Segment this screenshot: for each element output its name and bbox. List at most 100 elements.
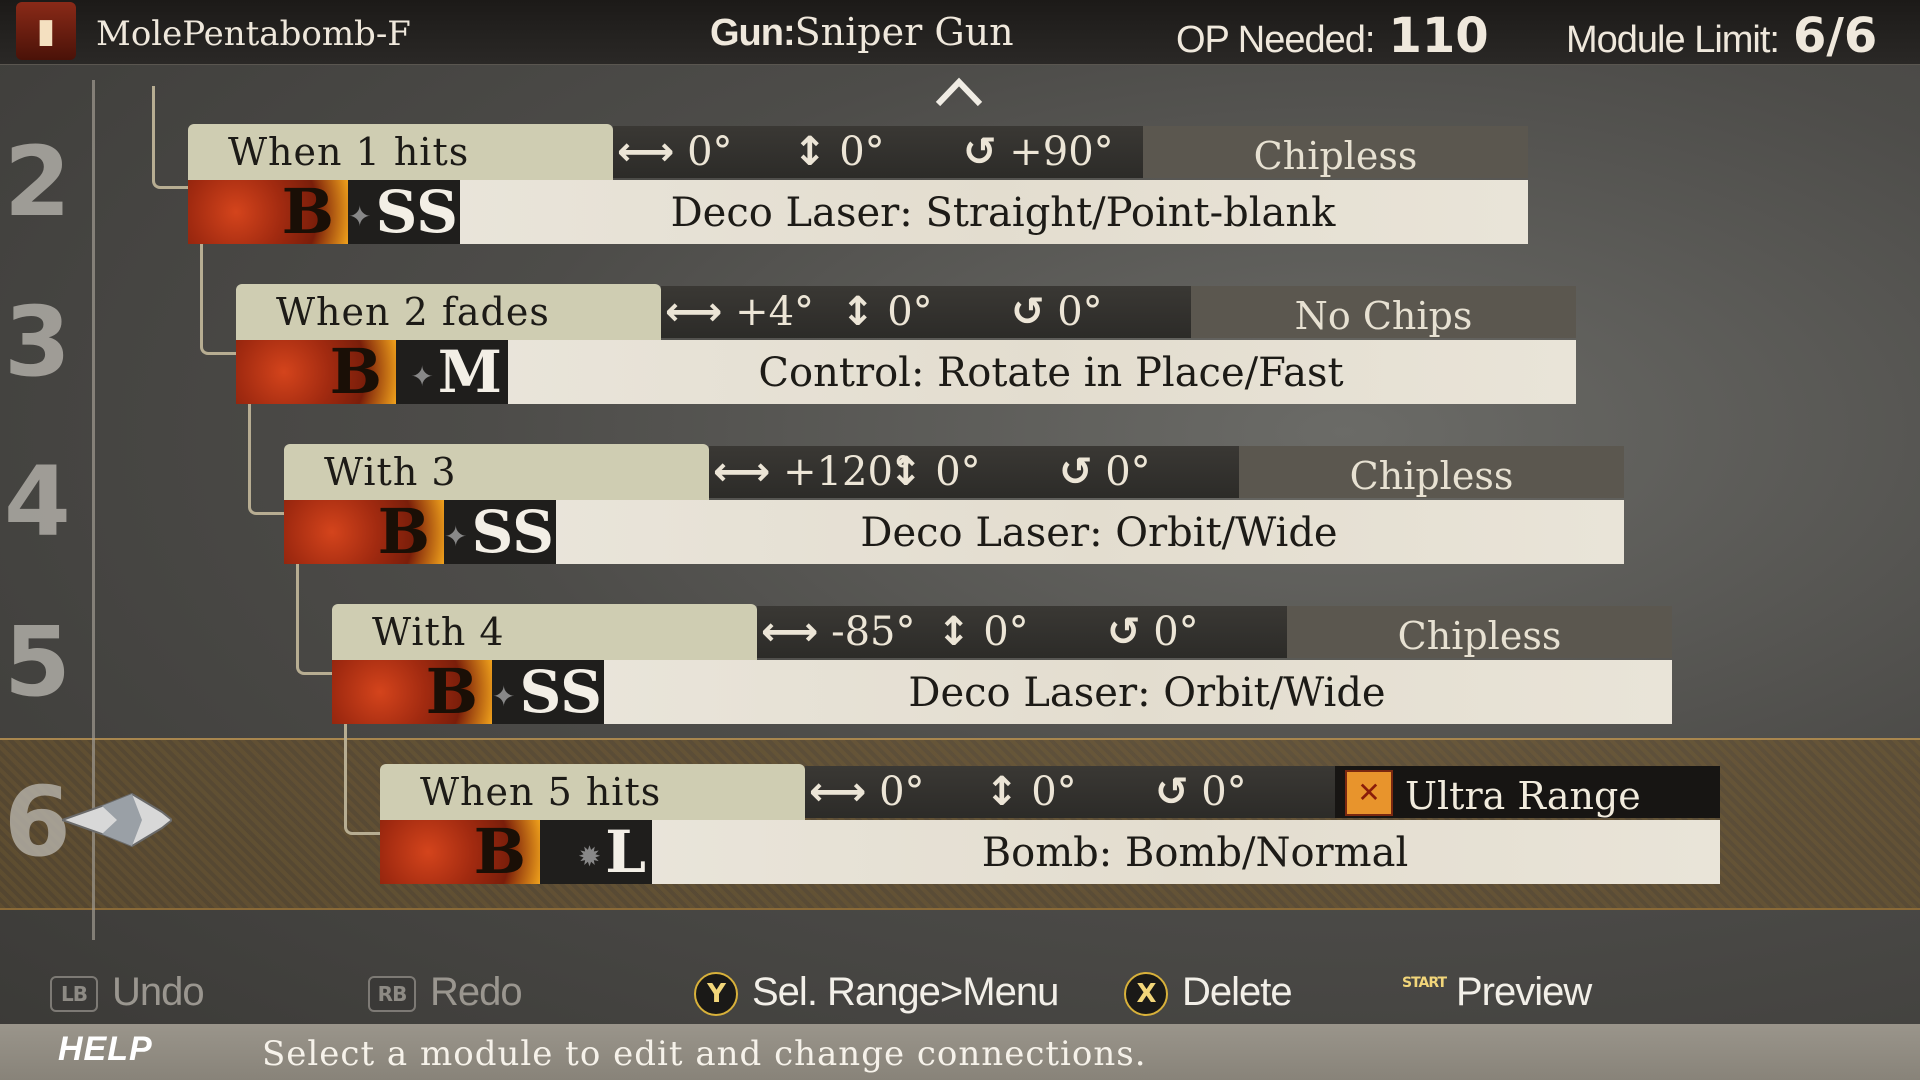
star-icon: ✦ [348, 200, 372, 233]
size-badge: ✦SS [348, 180, 460, 244]
rotate-icon: ↺ [1011, 289, 1045, 335]
ultra-range-chip-icon: ✕ [1345, 770, 1393, 816]
select-range-label: Sel. Range>Menu [752, 970, 1059, 1014]
vertical-angle: ↕ 0° [841, 289, 933, 335]
scroll-up-icon[interactable] [934, 74, 984, 110]
horizontal-angle: ⟷ 0° [809, 769, 925, 815]
horizontal-angle: ⟷ 0° [617, 129, 733, 175]
chip-slot: Chipless [1239, 446, 1624, 498]
x-button-icon: X [1124, 972, 1168, 1017]
chip-name: Ultra Range [1405, 774, 1641, 818]
vertical-arrow-icon: ↕ [841, 289, 875, 335]
module-trigger: With 4 [332, 604, 757, 660]
module-limit: Module Limit: 6/6 [1566, 8, 1877, 64]
module-card[interactable]: When 1 hits ground ⟷ 0° ↕ 0° ↺ +90° Chip… [188, 124, 1528, 244]
vertical-angle: ↕ 0° [793, 129, 885, 175]
delete-control[interactable]: X Delete [1124, 970, 1293, 1017]
grade-badge: B [380, 820, 540, 884]
gun-label: Gun: [710, 12, 796, 54]
connection-line [248, 404, 287, 515]
module-card-selected[interactable]: When 5 hits ground ⟷ 0° ↕ 0° ↺ 0° ✕ Ultr… [380, 764, 1720, 884]
module-params: ⟷ +120° ↕ 0° ↺ 0° [709, 446, 1239, 498]
horizontal-angle: ⟷ +120° [713, 449, 913, 495]
module-trigger: With 3 [284, 444, 709, 500]
module-card[interactable]: With 4 ⟷ -85° ↕ 0° ↺ 0° Chipless B ✦SS D… [332, 604, 1672, 724]
module-name: Deco Laser: Straight/Point-blank [670, 190, 1336, 236]
vertical-angle: ↕ 0° [985, 769, 1077, 815]
module-body: B ✦SS Deco Laser: Orbit/Wide [332, 660, 1672, 724]
grade-badge: B [236, 340, 396, 404]
rotate-icon: ↺ [963, 129, 997, 175]
rb-button-icon: RB [368, 976, 416, 1013]
row-number: 6 [4, 766, 71, 878]
rotation-angle: ↺ +90° [963, 129, 1114, 175]
gun-info: Gun:Sniper Gun [710, 10, 1014, 55]
horizontal-arrow-icon: ⟷ [809, 769, 867, 815]
module-card[interactable]: When 2 fades ⟷ +4° ↕ 0° ↺ 0° No Chips B … [236, 284, 1576, 404]
chip-slot: ✕ Ultra Range [1335, 766, 1720, 818]
horizontal-arrow-icon: ⟷ [665, 289, 723, 335]
module-params: ⟷ 0° ↕ 0° ↺ 0° [805, 766, 1335, 818]
horizontal-arrow-icon: ⟷ [761, 609, 819, 655]
op-label: OP Needed: [1176, 19, 1375, 61]
delete-label: Delete [1182, 970, 1293, 1014]
bullet-icon: ▮ [16, 2, 76, 60]
rotate-icon: ↺ [1059, 449, 1093, 495]
module-trigger: When 2 fades [236, 284, 661, 340]
connection-line [344, 724, 383, 835]
vertical-arrow-icon: ↕ [985, 769, 1019, 815]
module-name: Deco Laser: Orbit/Wide [860, 510, 1338, 556]
star-icon: ✦ [410, 360, 434, 393]
row-number: 5 [4, 606, 71, 718]
preview-label: Preview [1456, 970, 1592, 1014]
horizontal-angle: ⟷ +4° [665, 289, 815, 335]
rotate-icon: ↺ [1155, 769, 1189, 815]
module-params: ⟷ +4° ↕ 0° ↺ 0° [661, 286, 1191, 338]
redo-control[interactable]: RB Redo [368, 970, 523, 1015]
horizontal-arrow-icon: ⟷ [713, 449, 771, 495]
module-name: Control: Rotate in Place/Fast [758, 350, 1344, 396]
select-range-control[interactable]: Y Sel. Range>Menu [694, 970, 1059, 1017]
size-badge: ✦SS [492, 660, 604, 724]
y-button-icon: Y [694, 972, 738, 1017]
help-label: HELP [58, 1030, 153, 1068]
horizontal-angle: ⟷ -85° [761, 609, 916, 655]
star-icon: ✦ [444, 520, 468, 553]
module-params: ⟷ 0° ↕ 0° ↺ +90° [613, 126, 1143, 178]
module-body: B ✦SS Deco Laser: Orbit/Wide [284, 500, 1624, 564]
connection-line [296, 564, 335, 675]
connection-line [200, 244, 239, 355]
module-name: Bomb: Bomb/Normal [981, 830, 1409, 876]
vertical-angle: ↕ 0° [937, 609, 1029, 655]
module-params: ⟷ -85° ↕ 0° ↺ 0° [757, 606, 1287, 658]
gun-value: Sniper Gun [794, 10, 1014, 54]
vertical-angle: ↕ 0° [889, 449, 981, 495]
size-badge: ✹L [540, 820, 652, 884]
module-card[interactable]: With 3 ⟷ +120° ↕ 0° ↺ 0° Chipless B ✦SS … [284, 444, 1624, 564]
chip-slot: No Chips [1191, 286, 1576, 338]
grade-badge: B [332, 660, 492, 724]
vertical-arrow-icon: ↕ [889, 449, 923, 495]
preview-control[interactable]: START Preview [1402, 970, 1592, 1015]
rotation-angle: ↺ 0° [1107, 609, 1199, 655]
undo-label: Undo [112, 970, 205, 1014]
help-text: Select a module to edit and change conne… [262, 1034, 1147, 1074]
module-limit-label: Module Limit: [1566, 19, 1780, 61]
undo-control[interactable]: LB Undo [50, 970, 205, 1015]
module-limit-value: 6/6 [1792, 8, 1878, 64]
row-number: 4 [4, 446, 71, 558]
rotation-angle: ↺ 0° [1011, 289, 1103, 335]
op-value: 110 [1388, 8, 1489, 64]
connection-line [152, 86, 191, 189]
gear-icon: ✹ [577, 840, 602, 873]
bullet-name: MolePentabomb-F [96, 14, 411, 54]
vertical-arrow-icon: ↕ [793, 129, 827, 175]
module-trigger: When 5 hits ground [380, 764, 805, 870]
vertical-arrow-icon: ↕ [937, 609, 971, 655]
rotate-icon: ↺ [1107, 609, 1141, 655]
grade-badge: B [284, 500, 444, 564]
star-icon: ✦ [492, 680, 516, 713]
horizontal-arrow-icon: ⟷ [617, 129, 675, 175]
module-body: B ✦SS Deco Laser: Straight/Point-blank [188, 180, 1528, 244]
module-name: Deco Laser: Orbit/Wide [908, 670, 1386, 716]
